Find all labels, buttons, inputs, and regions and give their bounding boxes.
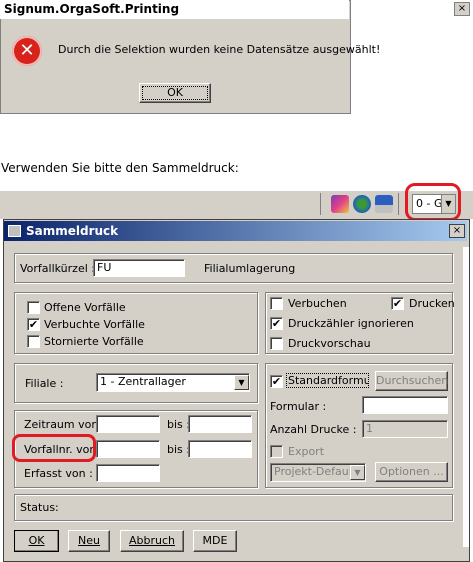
message-box-title: Signum.OrgaSoft.Printing — [0, 0, 349, 19]
verbuchte-checkbox[interactable]: ✔ — [27, 318, 40, 331]
anzahl-drucke-input[interactable]: 1 — [362, 420, 448, 438]
print-icon[interactable] — [375, 195, 393, 213]
dialog-close-button[interactable]: × — [449, 224, 465, 238]
zeitraum-von-input[interactable] — [96, 415, 160, 433]
bis1-label: bis : — [167, 418, 190, 431]
ok-button-label: OK — [28, 534, 45, 547]
abbruch-button[interactable]: Abbruch — [120, 530, 184, 552]
formular-input[interactable] — [362, 396, 448, 414]
verbuchen-checkbox[interactable] — [270, 297, 283, 310]
dialog-title: Sammeldruck — [4, 221, 467, 241]
durchsuchen-button[interactable]: Durchsuchen — [375, 371, 448, 391]
zeitraum-bis-input[interactable] — [188, 415, 252, 433]
filiale-select[interactable]: 1 - Zentrallager — [96, 373, 250, 392]
druckvorschau-checkbox[interactable] — [270, 337, 283, 350]
book-icon[interactable] — [331, 195, 349, 213]
mde-button[interactable]: MDE — [193, 530, 237, 552]
vorfallkuerzel-description: Filialumlagerung — [204, 262, 296, 275]
highlight-ring — [405, 183, 461, 221]
printer-icon — [8, 225, 21, 237]
neu-button[interactable]: Neu — [68, 530, 110, 552]
druckvorschau-label: Druckvorschau — [288, 337, 371, 350]
bis2-label: bis : — [167, 443, 190, 456]
abbruch-button-label: Abbruch — [128, 534, 175, 547]
status-label: Status: — [20, 501, 59, 514]
zeitraum-label: Zeitraum von : — [24, 418, 106, 431]
toolbar-divider — [320, 193, 321, 215]
export-checkbox[interactable] — [270, 445, 283, 458]
ok-button[interactable]: OK — [14, 530, 59, 552]
drucken-checkbox[interactable]: ✔ — [391, 297, 404, 310]
stornierte-label: Stornierte Vorfälle — [44, 335, 144, 348]
anzahl-drucke-label: Anzahl Drucke : — [270, 423, 357, 436]
formular-label: Formular : — [270, 400, 327, 413]
druckzaehler-label: Druckzähler ignorieren — [288, 317, 414, 330]
message-text: Durch die Selektion wurden keine Datensä… — [58, 43, 381, 56]
refresh-icon[interactable] — [353, 195, 371, 213]
dialog-edge — [463, 247, 469, 547]
erfasst-von-input[interactable] — [96, 464, 160, 482]
verbuchen-label: Verbuchen — [288, 297, 347, 310]
drucken-label: Drucken — [409, 297, 455, 310]
highlight-ring — [12, 434, 96, 462]
standardformular-checkbox[interactable]: ✔ — [270, 375, 283, 388]
druckzaehler-checkbox[interactable]: ✔ — [270, 317, 283, 330]
vorfallnr-bis-input[interactable] — [188, 440, 252, 458]
verbuchte-label: Verbuchte Vorfälle — [44, 318, 145, 331]
offene-label: Offene Vorfälle — [44, 301, 126, 314]
error-icon: ✕ — [12, 36, 42, 66]
export-label: Export — [288, 445, 325, 458]
status-panel — [14, 494, 453, 521]
offene-checkbox[interactable] — [27, 301, 40, 314]
chevron-down-icon[interactable]: ▼ — [234, 375, 249, 390]
message-ok-button[interactable]: OK — [139, 83, 211, 103]
mde-button-label: MDE — [202, 534, 228, 547]
toolbar-divider — [398, 193, 399, 215]
toolbar — [0, 191, 473, 219]
message-box-close-button[interactable]: × — [454, 2, 470, 16]
optionen-button[interactable]: Optionen ... — [375, 462, 448, 482]
intro-text: Verwenden Sie bitte den Sammeldruck: — [1, 161, 239, 175]
vorfallnr-von-input[interactable] — [96, 440, 160, 458]
standardformular-label: Standardformular — [286, 373, 369, 388]
neu-button-label: Neu — [78, 534, 100, 547]
vorfallkuerzel-label: Vorfallkürzel : — [20, 262, 95, 275]
filiale-label: Filiale : — [25, 377, 64, 390]
chevron-down-icon[interactable]: ▼ — [350, 465, 365, 480]
stornierte-checkbox[interactable] — [27, 335, 40, 348]
erfasst-label: Erfasst von : — [24, 467, 93, 480]
vorfallkuerzel-input[interactable]: FU — [93, 259, 185, 277]
